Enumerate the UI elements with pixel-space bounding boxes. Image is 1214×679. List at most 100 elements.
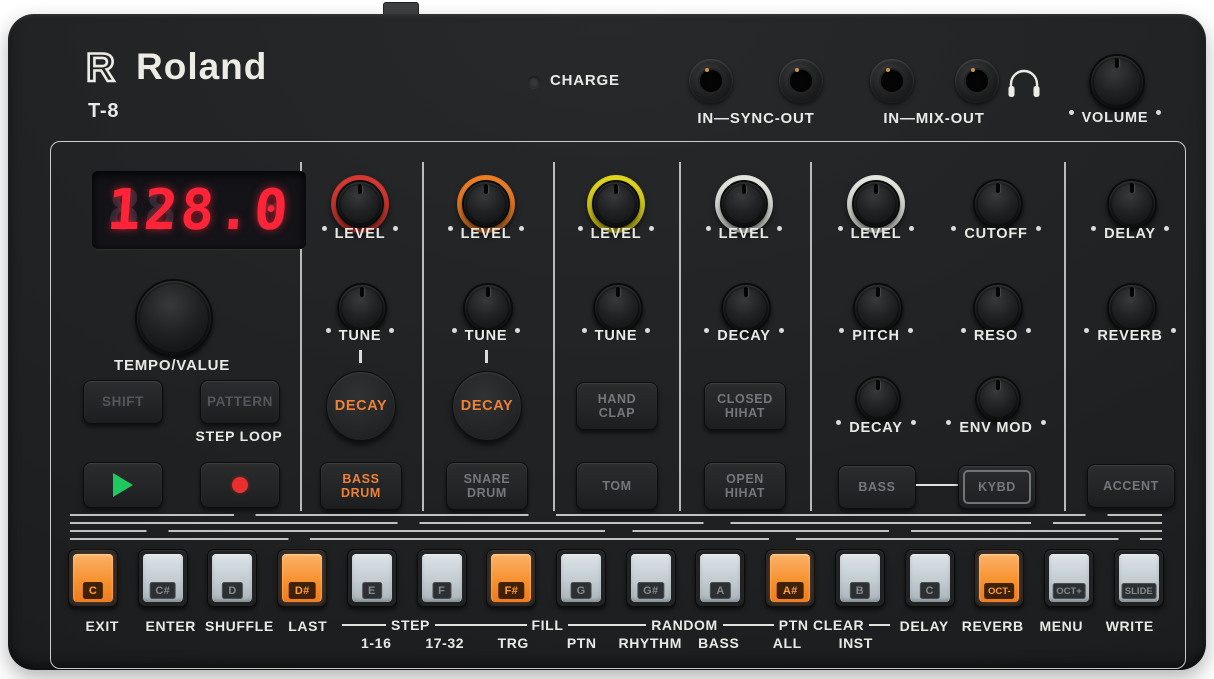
- sync-in-jack: [689, 59, 733, 103]
- section-divider: [810, 162, 812, 511]
- step-group-label: STEP 1-1617-32: [342, 616, 479, 651]
- open-hihat-button[interactable]: OPENHIHAT: [704, 462, 786, 510]
- step-button-e[interactable]: E: [347, 549, 397, 607]
- closed-hihat-button[interactable]: CLOSEDHIHAT: [704, 382, 786, 430]
- bd-tune-knob[interactable]: [337, 283, 387, 333]
- pattern-button[interactable]: PATTERN: [200, 380, 280, 424]
- step-key-row: C C# D D# E F F# G G# A A# B C OCT- OCT+…: [68, 549, 1164, 607]
- hh-decay-knob[interactable]: [721, 283, 771, 333]
- tempo-value-knob[interactable]: [135, 279, 213, 357]
- tom-button[interactable]: TOM: [576, 462, 658, 510]
- step-button-d-sharp[interactable]: D#: [277, 549, 327, 607]
- section-divider: [422, 162, 424, 511]
- bass-kybd-connector: [916, 484, 958, 486]
- bass-level-label: LEVEL: [816, 226, 936, 242]
- tom-tune-knob[interactable]: [593, 283, 643, 333]
- exit-label: EXIT: [68, 616, 137, 651]
- accent-button[interactable]: ACCENT: [1087, 464, 1175, 508]
- hh-level-knob[interactable]: [715, 175, 773, 233]
- delay-label: DELAY: [1070, 226, 1190, 242]
- charge-label: CHARGE: [550, 72, 620, 89]
- step-button-slide[interactable]: SLIDE: [1114, 549, 1164, 607]
- sd-level-label: LEVEL: [426, 226, 546, 242]
- bd-decay-button[interactable]: DECAY: [326, 371, 396, 441]
- section-divider: [553, 162, 555, 511]
- write-label: WRITE: [1096, 616, 1165, 651]
- tom-tune-label: TUNE: [556, 328, 676, 344]
- play-button[interactable]: [83, 462, 163, 508]
- knob-indicator: [1115, 58, 1119, 68]
- tom-level-knob[interactable]: [587, 175, 645, 233]
- svg-text:R: R: [86, 48, 115, 86]
- kybd-button[interactable]: KYBD: [958, 465, 1036, 509]
- display-value: 128.0: [92, 171, 306, 249]
- enter-label: ENTER: [137, 616, 206, 651]
- volume-knob[interactable]: [1089, 54, 1145, 110]
- step-button-d[interactable]: D: [207, 549, 257, 607]
- bass-pitch-knob[interactable]: [853, 283, 903, 333]
- step-button-f-sharp[interactable]: F#: [486, 549, 536, 607]
- tempo-display: 888.8 128.0: [92, 171, 306, 249]
- bass-drum-button[interactable]: BASSDRUM: [320, 462, 402, 510]
- reverb-label: REVERB: [1070, 328, 1190, 344]
- bd-level-label: LEVEL: [300, 226, 420, 242]
- bass-reso-label: RESO: [936, 328, 1056, 344]
- step-button-f[interactable]: F: [417, 549, 467, 607]
- shift-button[interactable]: SHIFT: [83, 380, 163, 424]
- reverb-knob[interactable]: [1107, 283, 1157, 333]
- step-button-g[interactable]: G: [556, 549, 606, 607]
- step-button-oct-down[interactable]: OCT-: [974, 549, 1024, 607]
- bass-cutoff-label: CUTOFF: [936, 226, 1056, 242]
- record-dot-icon: [232, 477, 248, 493]
- step-button-a[interactable]: A: [695, 549, 745, 607]
- tick-mark: [485, 350, 488, 363]
- bass-envmod-label: ENV MOD: [926, 420, 1066, 436]
- snare-drum-button[interactable]: SNAREDRUM: [446, 462, 528, 510]
- step-loop-label: STEP LOOP: [186, 428, 292, 444]
- bass-level-knob[interactable]: [847, 175, 905, 233]
- shuffle-label: SHUFFLE: [205, 616, 274, 651]
- tom-level-label: LEVEL: [556, 226, 676, 242]
- model-text: T-8: [88, 100, 119, 123]
- bass-pitch-label: PITCH: [816, 328, 936, 344]
- step-button-c2[interactable]: C: [905, 549, 955, 607]
- sync-out-jack: [779, 59, 823, 103]
- menu-label: MENU: [1027, 616, 1096, 651]
- step-button-g-sharp[interactable]: G#: [626, 549, 676, 607]
- roland-r-icon: R: [84, 48, 128, 86]
- sd-decay-button[interactable]: DECAY: [452, 371, 522, 441]
- bass-reso-knob[interactable]: [973, 283, 1023, 333]
- tempo-label: TEMPO/VALUE: [82, 357, 262, 374]
- step-button-c[interactable]: C: [68, 549, 118, 607]
- mix-in-jack: [870, 59, 914, 103]
- step-button-b[interactable]: B: [835, 549, 885, 607]
- hh-decay-label: DECAY: [684, 328, 804, 344]
- volume-label: VOLUME: [1035, 110, 1195, 126]
- product-photo: R Roland T-8 CHARGE IN—SYNC-OUT IN—MIX-O…: [0, 0, 1214, 679]
- sd-level-knob[interactable]: [457, 175, 515, 233]
- brand-text: Roland: [136, 46, 267, 88]
- footer-labels: EXIT ENTER SHUFFLE LAST STEP 1-1617-32 F…: [68, 616, 1164, 651]
- hand-clap-button[interactable]: HANDCLAP: [576, 382, 658, 430]
- step-button-oct-up[interactable]: OCT+: [1044, 549, 1094, 607]
- step-button-a-sharp[interactable]: A#: [765, 549, 815, 607]
- bass-envmod-knob[interactable]: [975, 376, 1021, 422]
- mix-label: IN—MIX-OUT: [834, 110, 1034, 127]
- section-divider: [679, 162, 681, 511]
- record-button[interactable]: [200, 462, 280, 508]
- bass-button[interactable]: BASS: [838, 465, 916, 509]
- delay-knob[interactable]: [1107, 179, 1157, 229]
- bass-decay-knob[interactable]: [855, 376, 901, 422]
- sd-tune-label: TUNE: [426, 328, 546, 344]
- tick-mark: [359, 350, 362, 363]
- bd-level-knob[interactable]: [331, 175, 389, 233]
- fill-group-label: FILL TRGPTN: [479, 616, 616, 651]
- step-button-c-sharp[interactable]: C#: [138, 549, 188, 607]
- mix-out-jack: [955, 59, 999, 103]
- last-label: LAST: [274, 616, 343, 651]
- sync-label: IN—SYNC-OUT: [656, 110, 856, 127]
- bass-cutoff-knob[interactable]: [973, 179, 1023, 229]
- sd-tune-knob[interactable]: [463, 283, 513, 333]
- delay-footer-label: DELAY: [890, 616, 959, 651]
- reverb-footer-label: REVERB: [959, 616, 1028, 651]
